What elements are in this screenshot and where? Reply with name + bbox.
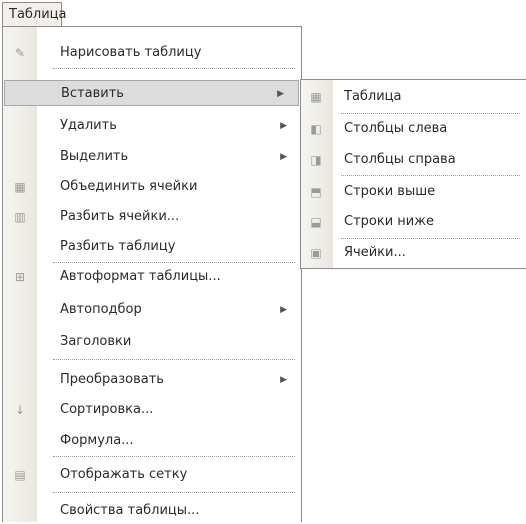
menu-table-label: Таблица (9, 7, 67, 22)
menu-item-label: Сортировка... (60, 402, 154, 417)
menu-item-split-cells[interactable]: ▥ Разбить ячейки... (3, 204, 301, 230)
menu-item-show-gridlines[interactable]: ▤ Отображать сетку (3, 462, 301, 488)
menu-item-convert[interactable]: Преобразовать ▶ (3, 367, 301, 393)
menu-item-label: Разбить таблицу (60, 239, 176, 254)
submenu-arrow-icon: ▶ (280, 375, 287, 385)
submenu-item-columns-left[interactable]: ◧ Столбцы слева (301, 116, 526, 142)
submenu-arrow-icon: ▶ (277, 89, 284, 99)
submenu-separator (341, 113, 520, 114)
menu-separator (53, 262, 295, 263)
menu-table[interactable]: Таблица (2, 2, 67, 27)
menu-item-label: Автоформат таблицы... (60, 269, 221, 284)
menu-item-label: Объединить ячейки (60, 179, 198, 194)
submenu-item-label: Строки выше (344, 184, 436, 199)
autoformat-icon: ⊞ (14, 270, 26, 284)
menu-item-headings[interactable]: Заголовки (3, 329, 301, 355)
menu-item-label: Разбить ячейки... (60, 209, 180, 224)
submenu-item-rows-above[interactable]: ⬒ Строки выше (301, 179, 526, 205)
menu-item-autoformat[interactable]: ⊞ Автоформат таблицы... (3, 264, 301, 290)
menu-item-label: Преобразовать (60, 372, 164, 387)
menu-item-label: Автоподбор (60, 302, 142, 317)
submenu-separator (341, 238, 520, 239)
menu-item-label: Выделить (60, 149, 129, 164)
columns-left-icon: ◧ (310, 122, 322, 136)
menu-item-label: Удалить (60, 118, 117, 133)
submenu-item-label: Столбцы слева (344, 121, 448, 136)
submenu-arrow-icon: ▶ (280, 121, 287, 131)
menu-item-formula[interactable]: Формула... (3, 428, 301, 454)
menu-item-label: Заголовки (60, 334, 132, 349)
columns-right-icon: ◨ (310, 153, 322, 167)
rows-above-icon: ⬒ (310, 185, 322, 199)
menu-separator (53, 359, 295, 360)
submenu-arrow-icon: ▶ (280, 152, 287, 162)
split-cells-icon: ▥ (14, 210, 26, 224)
rows-below-icon: ⬓ (310, 215, 322, 229)
menu-item-label: Вставить (61, 86, 124, 101)
insert-cells-icon: ▣ (310, 246, 322, 260)
submenu-item-label: Столбцы справа (344, 152, 456, 167)
submenu-item-label: Ячейки... (344, 245, 406, 260)
submenu-item-rows-below[interactable]: ⬓ Строки ниже (301, 209, 526, 235)
menu-separator (53, 492, 295, 493)
table-dropdown-menu: ✎ Нарисовать таблицу Вставить ▶ Удалить … (2, 26, 302, 522)
menu-item-split-table[interactable]: Разбить таблицу (3, 234, 301, 260)
menu-item-draw-table[interactable]: ✎ Нарисовать таблицу (3, 40, 301, 66)
submenu-item-table[interactable]: ▦ Таблица (301, 84, 526, 110)
submenu-item-label: Строки ниже (344, 214, 434, 229)
menu-item-select[interactable]: Выделить ▶ (3, 144, 301, 170)
submenu-item-columns-right[interactable]: ◨ Столбцы справа (301, 147, 526, 173)
menu-separator (53, 456, 295, 457)
submenu-item-cells[interactable]: ▣ Ячейки... (301, 240, 526, 266)
menu-separator (53, 68, 295, 69)
menu-item-merge-cells[interactable]: ▦ Объединить ячейки (3, 174, 301, 200)
menu-item-insert[interactable]: Вставить ▶ (4, 80, 299, 106)
pencil-table-icon: ✎ (14, 46, 26, 60)
insert-submenu: ▦ Таблица ◧ Столбцы слева ◨ Столбцы спра… (300, 79, 526, 269)
menu-item-autofit[interactable]: Автоподбор ▶ (3, 297, 301, 323)
menu-item-table-properties[interactable]: Свойства таблицы... (3, 498, 301, 524)
menu-item-delete[interactable]: Удалить ▶ (3, 113, 301, 139)
submenu-separator (341, 175, 520, 176)
menu-item-label: Нарисовать таблицу (60, 45, 202, 60)
sort-az-icon: ↓ (14, 403, 26, 417)
menu-item-sort[interactable]: ↓ Сортировка... (3, 397, 301, 423)
merge-cells-icon: ▦ (14, 180, 26, 194)
submenu-item-label: Таблица (344, 89, 402, 104)
insert-table-icon: ▦ (310, 90, 322, 104)
menu-item-label: Отображать сетку (60, 467, 188, 482)
menu-item-label: Формула... (60, 433, 134, 448)
grid-icon: ▤ (14, 468, 26, 482)
menu-item-label: Свойства таблицы... (60, 503, 200, 518)
submenu-arrow-icon: ▶ (280, 305, 287, 315)
